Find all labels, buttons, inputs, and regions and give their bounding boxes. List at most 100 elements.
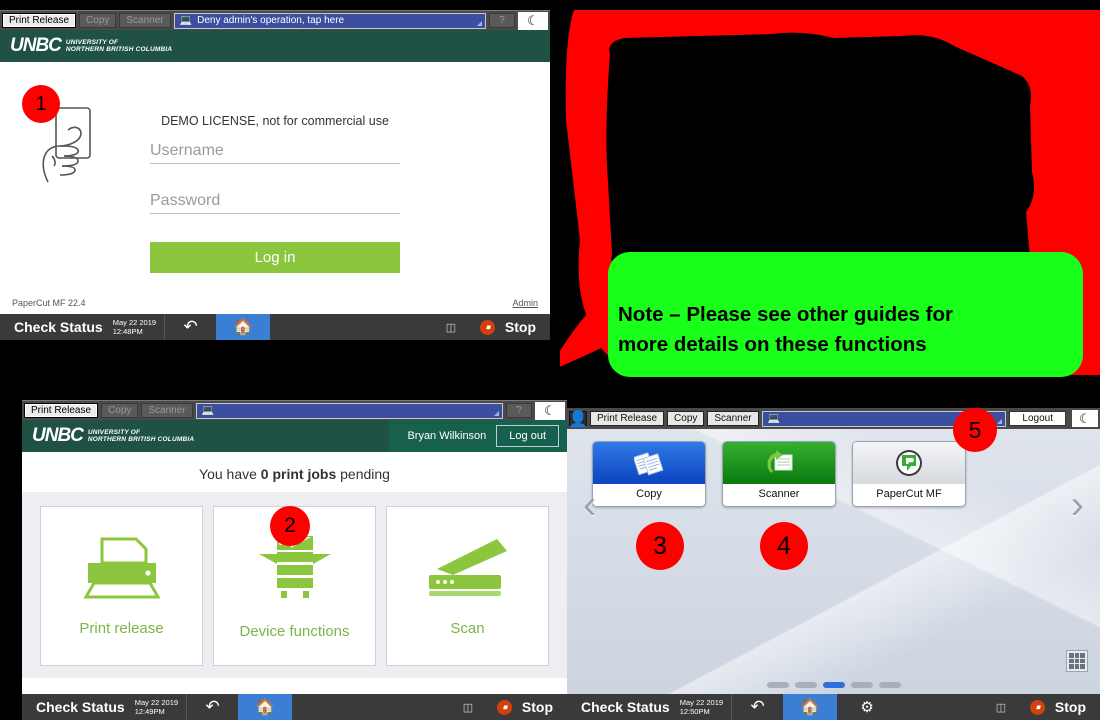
screen-add-icon: 💻 — [201, 405, 215, 416]
tab-scanner[interactable]: Scanner — [707, 411, 759, 426]
printer-icon — [80, 535, 164, 606]
device-date: May 22 2019 — [679, 697, 724, 707]
page-dot[interactable] — [878, 682, 901, 688]
unbc-logo-line2: NORTHERN BRITISH COLUMBIA — [65, 46, 173, 53]
black-redaction-blob — [606, 32, 1034, 289]
page-indicator-dots — [567, 682, 1100, 688]
login-form: Username Password Log in — [150, 142, 400, 273]
help-button[interactable]: ? — [489, 13, 515, 28]
screen-add-icon: 💻 — [179, 15, 193, 26]
stop-button[interactable]: Stop — [522, 699, 567, 715]
logout-button[interactable]: Log out — [496, 425, 559, 447]
tab-copy[interactable]: Copy — [79, 13, 117, 28]
stop-button[interactable]: Stop — [1055, 699, 1100, 715]
app-tile-list: Copy Scanner PaperCut MF — [567, 429, 1100, 507]
tab-print-release[interactable]: Print Release — [2, 13, 77, 28]
tile-label: Copy — [593, 484, 705, 506]
card-print-release[interactable]: Print release — [40, 506, 203, 666]
moon-icon[interactable]: ☾ — [518, 11, 548, 30]
password-input[interactable]: Password — [150, 192, 400, 214]
moon-icon[interactable]: ☾ — [1072, 410, 1098, 427]
stop-circle-icon[interactable]: ⏹ — [488, 694, 522, 720]
panel1-unbc-header: UNBC UNIVERSITY OF NORTHERN BRITISH COLU… — [0, 30, 550, 62]
stop-button[interactable]: Stop — [505, 319, 550, 335]
user-icon[interactable]: 👤 — [568, 411, 588, 428]
logout-button[interactable]: Logout — [1009, 411, 1066, 426]
card-scan[interactable]: Scan — [386, 506, 549, 666]
page-dot[interactable] — [766, 682, 789, 688]
document-icon[interactable]: ◫ — [981, 694, 1021, 720]
device-date: May 22 2019 — [112, 317, 157, 327]
step-badge-2: 2 — [270, 506, 310, 546]
tab-scanner[interactable]: Scanner — [119, 13, 171, 28]
stop-circle-icon[interactable]: ⏹ — [471, 314, 505, 340]
unbc-logo-subtitle: UNIVERSITY OF NORTHERN BRITISH COLUMBIA — [66, 39, 172, 54]
card-label: Device functions — [239, 623, 350, 640]
stop-circle-icon[interactable]: ⏹ — [1021, 694, 1055, 720]
copy-icon — [593, 442, 705, 484]
home-icon[interactable]: 🏠 — [216, 314, 271, 340]
admin-operation-status-field[interactable]: 💻 Deny admin's operation, tap here — [173, 12, 486, 29]
check-status-button[interactable]: Check Status — [22, 699, 135, 715]
document-icon[interactable]: ◫ — [431, 314, 471, 340]
username-input[interactable]: Username — [150, 142, 400, 164]
chevron-right-icon[interactable]: › — [1071, 483, 1084, 528]
device-datetime: May 22 2019 12:50PM — [680, 698, 731, 717]
login-button[interactable]: Log in — [150, 242, 400, 273]
unbc-logo-mark: UNBC — [10, 35, 62, 56]
admin-operation-status-text: Deny admin's operation, tap here — [197, 15, 345, 26]
check-status-button[interactable]: Check Status — [0, 319, 113, 335]
papercut-home-panel: Print Release Copy Scanner 💻 ? ☾ UNBC UN… — [22, 400, 567, 720]
device-datetime: May 22 2019 12:49PM — [135, 698, 186, 717]
step-badge-1: 1 — [22, 85, 60, 123]
screen-add-icon: 💻 — [767, 413, 781, 424]
back-arrow-icon[interactable]: ↶ — [186, 694, 238, 720]
tab-copy[interactable]: Copy — [101, 403, 139, 418]
home-icon[interactable]: 🏠 — [783, 694, 838, 720]
jobs-count: 0 print jobs — [260, 466, 337, 482]
device-date: May 22 2019 — [134, 697, 179, 707]
unbc-logo: UNBC UNIVERSITY OF NORTHERN BRITISH COLU… — [22, 425, 194, 447]
page-dot-active[interactable] — [822, 682, 845, 688]
tab-scanner[interactable]: Scanner — [141, 403, 193, 418]
tile-scanner[interactable]: Scanner — [722, 441, 836, 507]
card-label: Print release — [79, 620, 164, 637]
panel3-bottombar: Check Status May 22 2019 12:50PM ↶ 🏠 ⚙ ◫… — [567, 694, 1100, 720]
tab-print-release[interactable]: Print Release — [24, 403, 99, 418]
app-grid-icon[interactable] — [1066, 650, 1088, 672]
unbc-logo-subtitle: UNIVERSITY OF NORTHERN BRITISH COLUMBIA — [88, 429, 194, 444]
logged-in-user: Bryan Wilkinson — [397, 420, 497, 452]
page-dot[interactable] — [794, 682, 817, 688]
help-button[interactable]: ? — [506, 403, 532, 418]
status-field[interactable]: 💻 — [195, 402, 503, 419]
tile-papercut-mf[interactable]: PaperCut MF — [852, 441, 966, 507]
unbc-logo-line1: UNIVERSITY OF — [87, 428, 141, 436]
home-icon[interactable]: 🏠 — [238, 694, 293, 720]
note-text: Note – Please see other guides for more … — [618, 300, 1073, 359]
unbc-logo-mark: UNBC — [32, 425, 84, 446]
step-badge-5: 5 — [953, 408, 997, 452]
panel1-bottombar: Check Status May 22 2019 12:48PM ↶ 🏠 ◫ ⏹… — [0, 314, 550, 340]
document-icon[interactable]: ◫ — [448, 694, 488, 720]
scanner-icon — [423, 535, 513, 606]
panel1-topbar: Print Release Copy Scanner 💻 Deny admin'… — [0, 10, 550, 30]
tab-print-release[interactable]: Print Release — [590, 411, 665, 426]
pending-jobs-message: You have 0 print jobs pending — [22, 452, 567, 492]
page-dot[interactable] — [850, 682, 873, 688]
jobs-prefix: You have — [199, 466, 261, 482]
tab-copy[interactable]: Copy — [667, 411, 705, 426]
papercut-version: PaperCut MF 22.4 — [12, 298, 86, 308]
check-status-button[interactable]: Check Status — [567, 699, 680, 715]
jobs-suffix: pending — [336, 466, 390, 482]
tile-label: Scanner — [723, 484, 835, 506]
scanner-arrow-icon — [723, 442, 835, 484]
back-arrow-icon[interactable]: ↶ — [164, 314, 216, 340]
back-arrow-icon[interactable]: ↶ — [731, 694, 783, 720]
moon-icon[interactable]: ☾ — [535, 401, 565, 420]
tile-copy[interactable]: Copy — [592, 441, 706, 507]
device-datetime: May 22 2019 12:48PM — [113, 318, 164, 337]
chevron-left-icon[interactable]: ‹ — [583, 483, 596, 528]
gear-icon[interactable]: ⚙ — [837, 694, 897, 720]
tile-label: PaperCut MF — [853, 484, 965, 506]
admin-link[interactable]: Admin — [512, 298, 538, 308]
